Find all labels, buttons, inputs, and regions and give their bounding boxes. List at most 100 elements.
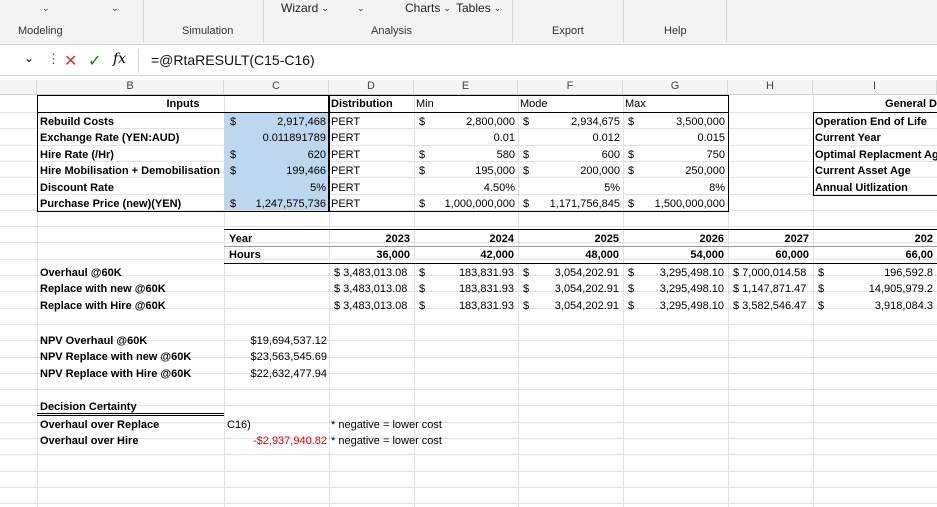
cost-cell[interactable]: 183,831.93 (428, 298, 514, 314)
column-header-g[interactable]: G (623, 80, 728, 95)
max-cell[interactable]: 750 (639, 147, 725, 163)
npv-label: NPV Replace with new @60K (40, 351, 192, 364)
input-value-cell[interactable]: 2,917,468 (240, 114, 326, 130)
cost-row-label: Replace with Hire @60K (40, 299, 166, 312)
year-cell[interactable]: 2027 (728, 231, 809, 247)
distribution-cell[interactable]: PERT (331, 196, 411, 212)
year-cell[interactable]: 2023 (329, 231, 410, 247)
cost-cell[interactable]: 196,592.8 (827, 265, 933, 281)
general-item[interactable]: Current Asset Age (815, 163, 937, 179)
max-cell[interactable]: 250,000 (639, 163, 725, 179)
mode-cell[interactable]: 5% (534, 180, 620, 196)
cost-cell[interactable]: 3,295,498.10 (637, 298, 724, 314)
distribution-cell[interactable]: PERT (331, 147, 411, 163)
mode-cell[interactable]: 600 (534, 147, 620, 163)
distribution-cell[interactable]: PERT (331, 114, 411, 130)
min-cell[interactable]: 195,000 (430, 163, 515, 179)
chevron-down-icon[interactable]: ⌄ (357, 0, 365, 16)
hours-cell[interactable]: 36,000 (329, 247, 410, 263)
input-value-cell[interactable]: 0.011891789 (240, 130, 326, 146)
decision-label: Overhaul over Replace (40, 419, 160, 431)
hours-cell[interactable]: 48,000 (518, 247, 619, 263)
min-cell[interactable]: 4.50% (430, 180, 515, 196)
input-value-cell[interactable]: 5% (240, 180, 326, 196)
decision-value[interactable]: -$2,937,940.82 (224, 433, 327, 449)
distribution-cell[interactable]: PERT (331, 180, 411, 196)
general-header: General D (885, 98, 937, 110)
insert-function-icon[interactable]: fx (113, 51, 126, 67)
hours-cell[interactable]: 54,000 (623, 247, 724, 263)
general-item[interactable]: Annual Uitlization (815, 180, 937, 196)
decision-note: * negative = lower cost (331, 419, 442, 431)
min-cell[interactable]: 1,000,000,000 (430, 196, 515, 212)
distribution-cell[interactable]: PERT (331, 163, 411, 179)
min-cell[interactable]: 2,800,000 (430, 114, 515, 130)
formula-input[interactable]: =@RtaRESULT(C15-C16) (151, 52, 315, 68)
name-box-dropdown-icon[interactable]: ⌄ (24, 51, 34, 65)
cost-cell[interactable]: $ 7,000,014.58 (733, 265, 812, 281)
column-header-b[interactable]: B (37, 80, 224, 95)
general-item[interactable]: Optimal Replacment Age (815, 147, 937, 163)
chevron-down-icon[interactable]: ⌄ (42, 0, 50, 16)
cost-cell[interactable]: $ 3,483,013.08 (334, 281, 413, 297)
cost-cell[interactable]: $ 3,582,546.47 (733, 298, 812, 314)
npv-value[interactable]: $19,694,537.12 (224, 333, 327, 349)
general-item[interactable]: Operation End of Life (815, 114, 937, 130)
column-header-f[interactable]: F (518, 80, 623, 95)
min-cell[interactable]: 580 (430, 147, 515, 163)
max-cell[interactable]: 1,500,000,000 (639, 196, 725, 212)
input-value-cell[interactable]: 199,466 (240, 163, 326, 179)
mode-cell[interactable]: 0.012 (534, 130, 620, 146)
wizard-button[interactable]: Wizard ⌄ (281, 0, 329, 16)
column-header-corner[interactable] (0, 80, 37, 95)
mode-cell[interactable]: 2,934,675 (534, 114, 620, 130)
cost-cell[interactable]: 3,295,498.10 (637, 281, 724, 297)
cost-cell[interactable]: $ 1,147,871.47 (733, 281, 812, 297)
enter-icon[interactable]: ✓ (88, 51, 101, 71)
mode-cell[interactable]: 200,000 (534, 163, 620, 179)
year-cell[interactable]: 2025 (518, 231, 619, 247)
cost-cell[interactable]: 14,905,979.2 (827, 281, 933, 297)
cost-cell[interactable]: 3,054,202.91 (532, 281, 619, 297)
cost-cell[interactable]: 3,918,084.3 (827, 298, 933, 314)
charts-button[interactable]: Charts ⌄ (405, 0, 451, 16)
year-cell[interactable]: 2026 (623, 231, 724, 247)
min-cell[interactable]: 0.01 (430, 130, 515, 146)
group-analysis: Analysis (371, 25, 412, 37)
column-header-e[interactable]: E (414, 80, 518, 95)
chevron-down-icon[interactable]: ⌄ (111, 0, 119, 16)
more-options-icon[interactable]: ⋮ (47, 51, 60, 67)
year-cell[interactable]: 202 (813, 231, 933, 247)
group-export: Export (552, 25, 584, 37)
cost-cell[interactable]: $ 3,483,013.08 (334, 298, 413, 314)
distribution-header: Distribution (331, 98, 393, 110)
npv-value[interactable]: $22,632,477.94 (224, 366, 327, 382)
column-header-c[interactable]: C (224, 80, 329, 95)
distribution-cell[interactable]: PERT (331, 130, 411, 146)
year-cell[interactable]: 2024 (414, 231, 514, 247)
input-value-cell[interactable]: 1,247,575,736 (240, 196, 326, 212)
cost-cell[interactable]: 3,054,202.91 (532, 265, 619, 281)
max-cell[interactable]: 0.015 (639, 130, 725, 146)
max-cell[interactable]: 8% (639, 180, 725, 196)
cost-cell[interactable]: 183,831.93 (428, 265, 514, 281)
max-cell[interactable]: 3,500,000 (639, 114, 725, 130)
hours-cell[interactable]: 60,000 (728, 247, 809, 263)
cancel-icon[interactable]: ✕ (64, 51, 77, 71)
cost-cell[interactable]: $ 3,483,013.08 (334, 265, 413, 281)
hours-cell[interactable]: 66,00 (813, 247, 933, 263)
tables-button[interactable]: Tables ⌄ (456, 0, 501, 16)
mode-cell[interactable]: 1,171,756,845 (534, 196, 620, 212)
general-item[interactable]: Current Year (815, 130, 937, 146)
hours-cell[interactable]: 42,000 (414, 247, 514, 263)
cost-cell[interactable]: 3,295,498.10 (637, 265, 724, 281)
column-header-h[interactable]: H (728, 80, 813, 95)
cost-cell[interactable]: 3,054,202.91 (532, 298, 619, 314)
column-header-d[interactable]: D (329, 80, 414, 95)
group-help: Help (664, 25, 687, 37)
decision-value[interactable]: C16) (227, 417, 327, 433)
cost-cell[interactable]: 183,831.93 (428, 281, 514, 297)
column-header-i[interactable]: I (813, 80, 937, 95)
input-value-cell[interactable]: 620 (240, 147, 326, 163)
npv-value[interactable]: $23,563,545.69 (224, 349, 327, 365)
